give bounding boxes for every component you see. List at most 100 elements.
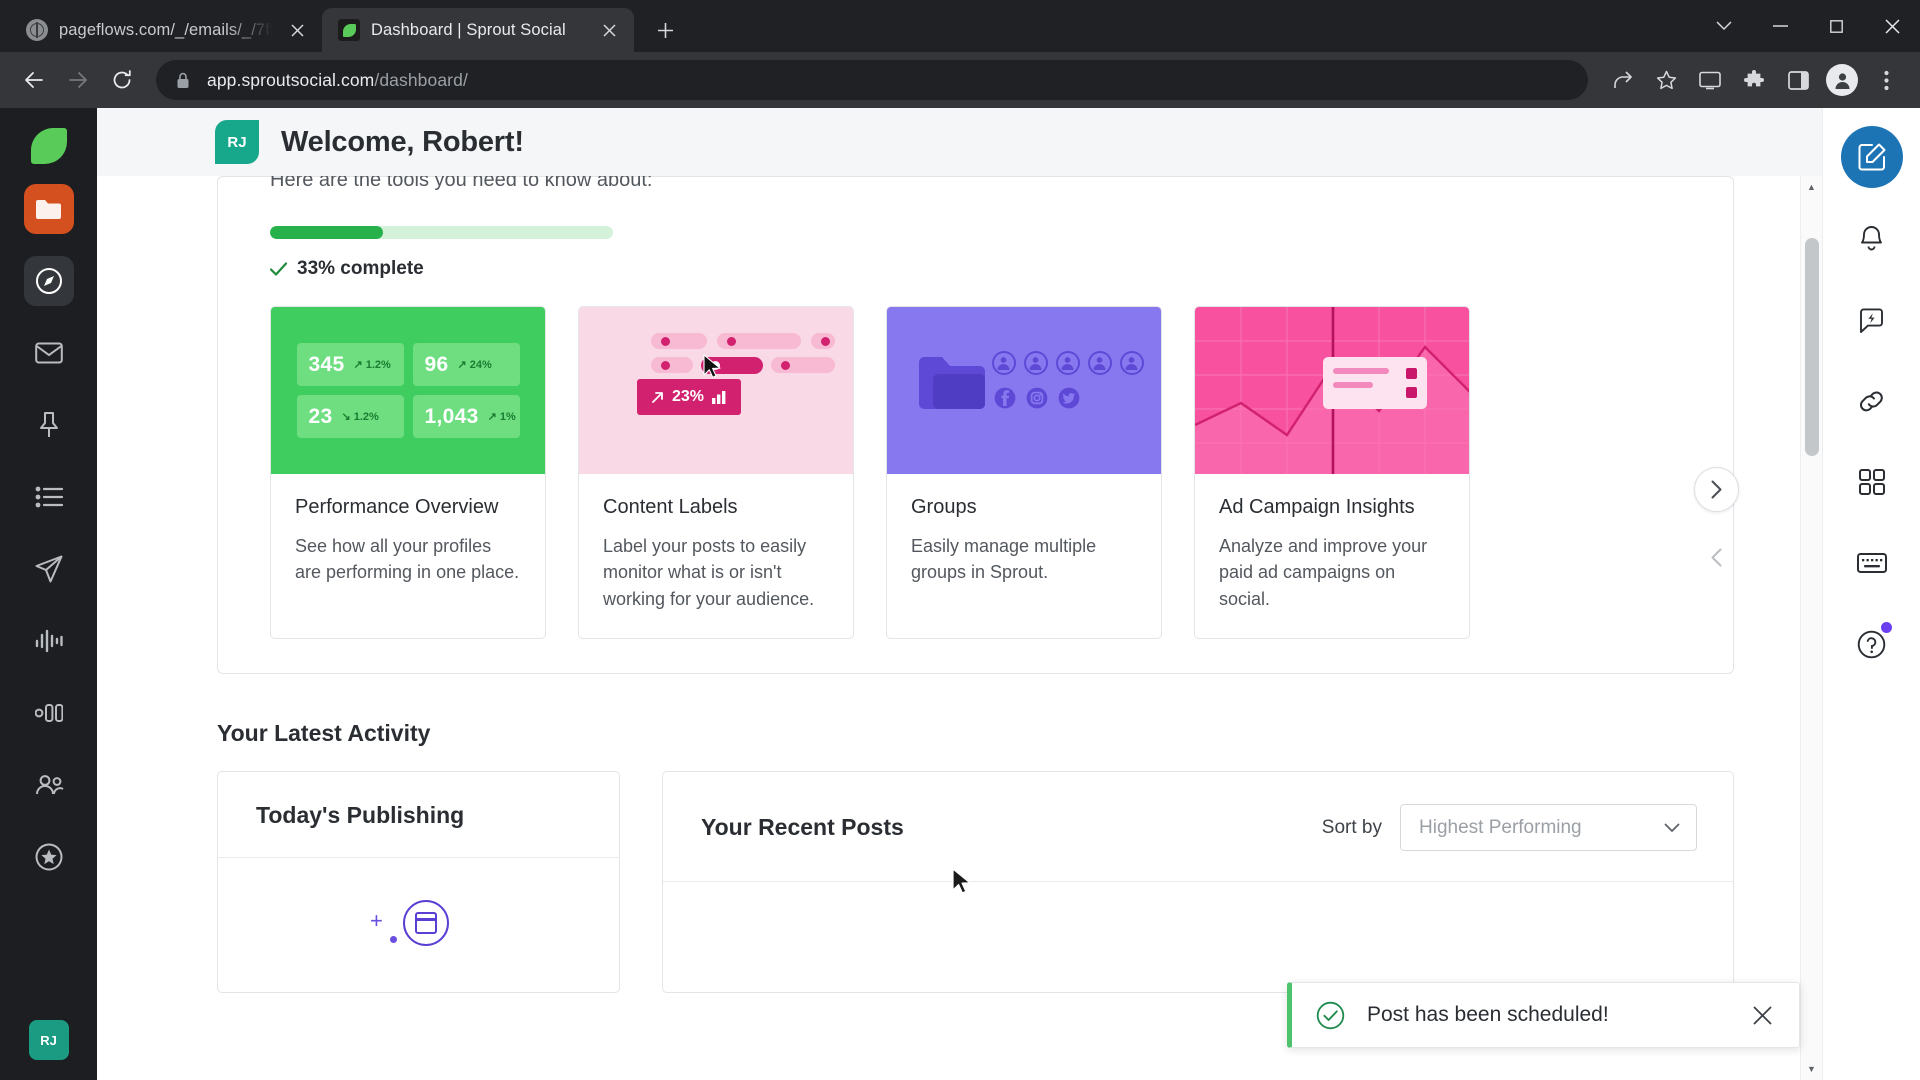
carousel-next-button[interactable] (1694, 467, 1739, 512)
person-avatar-icon (1088, 351, 1112, 375)
calendar-icon (403, 900, 449, 947)
kebab-menu-icon[interactable] (1866, 60, 1906, 100)
browser-window: pageflows.com/_/emails/_/7fb5c Dashboard… (0, 0, 1920, 1080)
scroll-down-button[interactable]: ▼ (1801, 1058, 1822, 1080)
stat-delta: ↗ 1.2% (353, 359, 391, 371)
maximize-button[interactable] (1808, 0, 1864, 52)
carousel-prev-button[interactable] (1694, 535, 1739, 580)
feature-card-list: 345 ↗ 1.2% 96 ↗ 24% 23 ↘ 1.2% 1,043 ↗ 1%… (218, 280, 1733, 640)
application-area: RJ RJ Welcome, Robert! Here are the tool… (0, 108, 1920, 1080)
feature-card-title: Ad Campaign Insights (1219, 496, 1415, 518)
feature-card-title: Groups (911, 496, 977, 518)
content-column: Here are the tools you need to know abou… (97, 176, 1822, 994)
globe-icon (26, 19, 48, 41)
todays-publishing-body: + (218, 858, 619, 978)
check-icon (270, 262, 287, 276)
forward-icon[interactable] (58, 60, 98, 100)
toast-message: Post has been scheduled! (1367, 1003, 1609, 1026)
activity-row: Today's Publishing + Your Recent Posts S… (217, 747, 1822, 994)
bookmark-star-icon[interactable] (1646, 60, 1686, 100)
lock-icon (176, 72, 193, 89)
feature-card-content-labels[interactable]: 23% Content Labels Label your posts to e… (578, 306, 854, 640)
onboarding-card: Here are the tools you need to know abou… (217, 176, 1739, 675)
check-circle-icon (1316, 1001, 1345, 1030)
cast-icon[interactable] (1690, 60, 1730, 100)
recent-posts-card: Your Recent Posts Sort by Highest Perfor… (662, 771, 1734, 994)
new-tab-button[interactable] (648, 13, 682, 47)
stat-delta: ↗ 1% (487, 411, 516, 423)
bell-icon[interactable] (1845, 212, 1899, 266)
sort-by-label: Sort by (1321, 816, 1382, 838)
back-icon[interactable] (14, 60, 54, 100)
person-avatar-icon (1120, 351, 1144, 375)
extensions-puzzle-icon[interactable] (1734, 60, 1774, 100)
main-content: RJ Welcome, Robert! Here are the tools y… (97, 108, 1822, 1080)
browser-tab-pageflows[interactable]: pageflows.com/_/emails/_/7fb5c (10, 8, 322, 52)
sidebar-item-reports[interactable] (24, 688, 74, 738)
left-navigation-rail: RJ (0, 108, 97, 1080)
share-icon[interactable] (1602, 60, 1642, 100)
stat-delta: ↘ 1.2% (341, 411, 379, 423)
stat-tile: 96 ↗ 24% (412, 343, 520, 386)
compose-button[interactable] (1840, 126, 1903, 188)
close-icon[interactable] (1745, 998, 1779, 1032)
profile-avatar-icon[interactable] (1826, 64, 1858, 96)
url-domain: app.sproutsocial.com (207, 69, 375, 90)
sidebar-item-inbox[interactable] (24, 328, 74, 378)
close-icon[interactable] (284, 17, 310, 43)
scrollbar-thumb[interactable] (1805, 238, 1819, 456)
avatar[interactable]: RJ (28, 1020, 69, 1060)
sort-controls: Sort by Highest Performing (1321, 804, 1697, 852)
sprout-leaf-logo[interactable] (25, 122, 73, 170)
feature-card-ad-campaign-insights[interactable]: Ad Campaign Insights Analyze and improve… (1194, 306, 1470, 640)
instagram-icon (1026, 387, 1048, 409)
stat-delta: ↗ 24% (457, 359, 492, 371)
keyboard-icon[interactable] (1845, 536, 1899, 590)
twitter-icon (1058, 387, 1080, 409)
app-header: RJ Welcome, Robert! (97, 108, 1822, 176)
close-icon[interactable] (596, 17, 622, 43)
sidebar-item-discover[interactable] (23, 256, 74, 306)
toast-notification: Post has been scheduled! (1287, 982, 1800, 1048)
minimize-button[interactable] (1752, 0, 1808, 52)
sidebar-item-premium[interactable] (24, 832, 74, 882)
help-circle-icon[interactable] (1845, 617, 1899, 671)
tab-title: Dashboard | Sprout Social (371, 20, 566, 39)
grid-apps-icon[interactable] (1845, 455, 1899, 509)
sidebar-item-publishing[interactable] (24, 544, 74, 594)
person-avatar-icon (992, 351, 1016, 375)
stat-value: 345 (308, 352, 345, 376)
sidebar-item-pin[interactable] (24, 400, 74, 450)
window-controls (1696, 0, 1920, 52)
sidebar-item-feeds[interactable] (24, 472, 74, 522)
sidebar-item-listening[interactable] (24, 616, 74, 666)
reload-icon[interactable] (102, 60, 142, 100)
vertical-scrollbar[interactable]: ▲ ▼ (1800, 176, 1822, 1080)
feature-card-description: Easily manage multiple groups in Sprout. (911, 536, 1097, 583)
notification-dot (1880, 622, 1892, 633)
link-icon[interactable] (1845, 374, 1899, 428)
lightning-chat-icon[interactable] (1845, 293, 1899, 347)
feature-card-performance-overview[interactable]: 345 ↗ 1.2% 96 ↗ 24% 23 ↘ 1.2% 1,043 ↗ 1%… (270, 306, 546, 640)
sidebar-item-employee-advocacy[interactable] (24, 760, 74, 810)
sort-by-value: Highest Performing (1419, 816, 1582, 838)
avatar: RJ (215, 120, 259, 164)
chart-square-icon (1406, 387, 1417, 398)
ad-campaign-illustration (1195, 307, 1469, 474)
side-panel-icon[interactable] (1778, 60, 1818, 100)
scroll-up-button[interactable]: ▲ (1801, 176, 1822, 198)
close-window-button[interactable] (1864, 0, 1920, 52)
address-bar[interactable]: app.sproutsocial.com/dashboard/ (156, 60, 1588, 100)
plus-icon: + (370, 908, 383, 934)
url-path: /dashboard/ (374, 69, 468, 90)
recent-posts-header: Your Recent Posts Sort by Highest Perfor… (663, 772, 1733, 883)
progress-section: 33% complete (218, 192, 1733, 280)
chart-square-icon (1406, 368, 1417, 379)
sidebar-item-folder[interactable] (23, 184, 74, 234)
sort-by-select[interactable]: Highest Performing (1400, 804, 1697, 852)
chevron-down-icon[interactable] (1696, 0, 1752, 52)
badge-value: 23% (671, 388, 705, 405)
feature-card-groups[interactable]: Groups Easily manage multiple groups in … (886, 306, 1162, 640)
feature-card-description: Label your posts to easily monitor what … (603, 536, 815, 609)
browser-tab-dashboard[interactable]: Dashboard | Sprout Social (322, 8, 634, 52)
